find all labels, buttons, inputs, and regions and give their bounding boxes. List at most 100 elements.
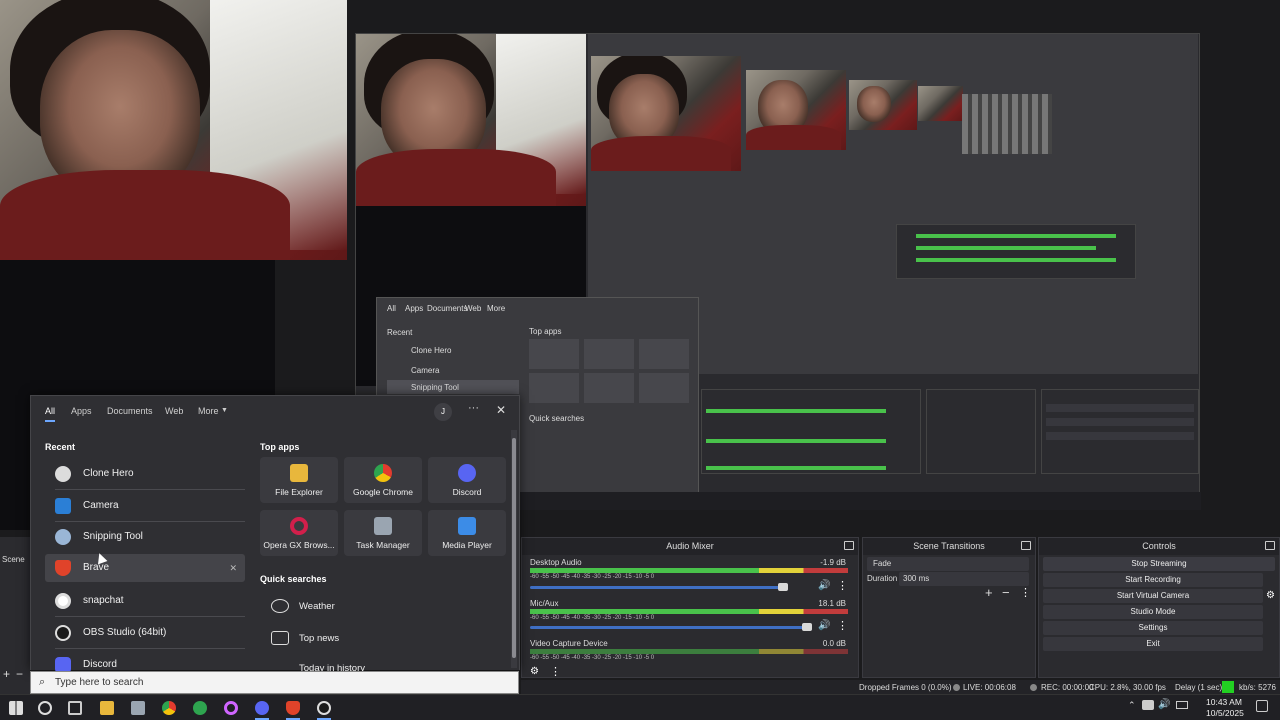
scroll-thumb[interactable]	[512, 438, 516, 658]
brave-icon[interactable]	[286, 701, 300, 715]
recent-item-camera[interactable]: Camera	[45, 492, 245, 520]
tab-apps[interactable]: Apps	[71, 406, 92, 416]
recent-item-snipping-tool[interactable]: Snipping Tool	[45, 523, 245, 551]
quick-search-top-news[interactable]: Top news	[271, 631, 339, 645]
volume-knob[interactable]	[802, 623, 812, 631]
scrollbar[interactable]	[511, 430, 517, 668]
exit-button[interactable]: Exit	[1043, 637, 1263, 651]
remove-item-icon[interactable]: ✕	[229, 554, 237, 582]
xbox-icon[interactable]	[193, 701, 207, 715]
transition-select[interactable]: Fade	[867, 557, 1029, 571]
speaker-icon[interactable]: 🔊	[818, 580, 830, 591]
level-meter	[530, 649, 848, 654]
recent-item-brave[interactable]: Brave ✕	[45, 554, 245, 582]
remove-transition-button[interactable]: −	[1002, 585, 1010, 600]
chrome-icon[interactable]	[162, 701, 176, 715]
undock-icon[interactable]	[1265, 541, 1275, 550]
kebab-icon[interactable]: ⋮	[550, 665, 561, 678]
recent-item-snapchat[interactable]: snapchat	[45, 587, 245, 615]
volume-knob[interactable]	[778, 583, 788, 591]
meter-ticks: -60 -55 -50 -45 -40 -35 -30 -25 -20 -15 …	[530, 655, 655, 661]
obs-icon[interactable]	[317, 701, 331, 715]
gear-icon[interactable]: ⚙	[530, 666, 539, 677]
top-app-file-explorer[interactable]: File Explorer	[260, 457, 338, 503]
speaker-icon[interactable]: 🔊	[818, 620, 830, 631]
store-icon[interactable]	[131, 701, 145, 715]
recent-item-obs-studio[interactable]: OBS Studio (64bit)	[45, 619, 245, 647]
taskbar-search-box[interactable]: ⌕ Type here to search	[30, 671, 519, 694]
search-icon[interactable]	[38, 701, 52, 715]
top-apps-heading: Top apps	[260, 442, 300, 452]
undock-icon[interactable]	[1021, 541, 1031, 550]
kebab-icon[interactable]: ⋮	[1020, 586, 1031, 599]
quick-search-weather[interactable]: Weather	[271, 599, 335, 613]
top-app-discord[interactable]: Discord	[428, 457, 506, 503]
recent-heading: Recent	[45, 442, 76, 452]
more-options-icon[interactable]: ···	[468, 402, 479, 414]
stream-delay: Delay (1 sec)	[1175, 683, 1223, 692]
duration-input[interactable]: 300 ms	[899, 572, 1029, 586]
active-tab-underline	[45, 420, 55, 422]
folder-icon[interactable]	[100, 701, 114, 715]
channel-name: Mic/Aux	[530, 599, 559, 608]
tab-documents[interactable]: Documents	[107, 406, 153, 416]
folder-icon	[290, 464, 308, 482]
start-menu: All Apps Documents Web More ▼ J ··· ✕ Re…	[30, 395, 520, 673]
rec-indicator-icon	[1030, 684, 1037, 691]
add-scene-button[interactable]: +	[3, 667, 10, 681]
snipping-tool-icon	[55, 529, 71, 545]
dropped-frames: Dropped Frames 0 (0.0%)	[859, 683, 952, 692]
scene-label: Scene	[2, 555, 25, 564]
channel-name: Desktop Audio	[530, 558, 582, 567]
opera-gx-icon[interactable]	[224, 701, 238, 715]
duration-label: Duration	[867, 574, 898, 583]
scene-transitions-panel: Scene Transitions Fade Duration 300 ms +…	[862, 537, 1036, 678]
studio-mode-button[interactable]: Studio Mode	[1043, 605, 1263, 619]
undock-icon[interactable]	[844, 541, 854, 550]
stop-streaming-button[interactable]: Stop Streaming	[1043, 557, 1275, 571]
battery-icon[interactable]	[1176, 701, 1188, 709]
volume-slider[interactable]	[530, 586, 788, 589]
start-virtual-camera-button[interactable]: Start Virtual Camera	[1043, 589, 1263, 603]
status-bar: Dropped Frames 0 (0.0%) LIVE: 00:06:08 R…	[521, 680, 1280, 694]
camera-icon	[55, 498, 71, 514]
remove-scene-button[interactable]: −	[16, 667, 23, 681]
top-app-task-manager[interactable]: Task Manager	[344, 510, 422, 556]
windows-icon[interactable]	[9, 701, 23, 715]
obs-icon	[55, 625, 71, 641]
tab-web[interactable]: Web	[165, 406, 183, 416]
settings-button[interactable]: Settings	[1043, 621, 1263, 635]
network-icon[interactable]	[1142, 700, 1154, 710]
top-app-google-chrome[interactable]: Google Chrome	[344, 457, 422, 503]
opera-gx-icon	[290, 517, 308, 535]
bitrate: kb/s: 5276	[1239, 683, 1276, 692]
kebab-icon[interactable]: ⋮	[837, 619, 848, 632]
start-recording-button[interactable]: Start Recording	[1043, 573, 1263, 587]
tray-chevron-icon[interactable]: ⌃	[1128, 700, 1136, 711]
search-input[interactable]: Type here to search	[55, 677, 143, 688]
scene-transitions-title: Scene Transitions	[863, 538, 1035, 555]
tab-more[interactable]: More	[198, 406, 219, 416]
search-icon: ⌕	[39, 676, 46, 688]
desktop: All Apps Documents Web More Recent Clone…	[0, 0, 1280, 720]
task-manager-icon	[374, 517, 392, 535]
discord-icon[interactable]	[255, 701, 269, 715]
clock-date[interactable]: 10/5/2025	[1206, 708, 1244, 718]
meter-ticks: -60 -55 -50 -45 -40 -35 -30 -25 -20 -15 …	[530, 615, 655, 621]
avatar[interactable]: J	[434, 403, 452, 421]
add-transition-button[interactable]: +	[985, 585, 993, 600]
news-icon	[271, 631, 289, 645]
task-view-icon[interactable]	[68, 701, 82, 715]
gear-icon[interactable]: ⚙	[1266, 590, 1275, 601]
close-icon[interactable]: ✕	[496, 403, 506, 417]
tab-all[interactable]: All	[45, 406, 55, 416]
volume-slider[interactable]	[530, 626, 812, 629]
volume-icon[interactable]: 🔊	[1158, 699, 1170, 710]
top-app-opera-gx[interactable]: Opera GX Brows...	[260, 510, 338, 556]
clock-time[interactable]: 10:43 AM	[1206, 697, 1242, 707]
top-app-media-player[interactable]: Media Player	[428, 510, 506, 556]
notification-icon[interactable]	[1256, 700, 1268, 712]
kebab-icon[interactable]: ⋮	[837, 579, 848, 592]
recent-item-clone-hero[interactable]: Clone Hero	[45, 460, 245, 488]
quick-search-today-in-history[interactable]: Today in history	[271, 663, 365, 671]
